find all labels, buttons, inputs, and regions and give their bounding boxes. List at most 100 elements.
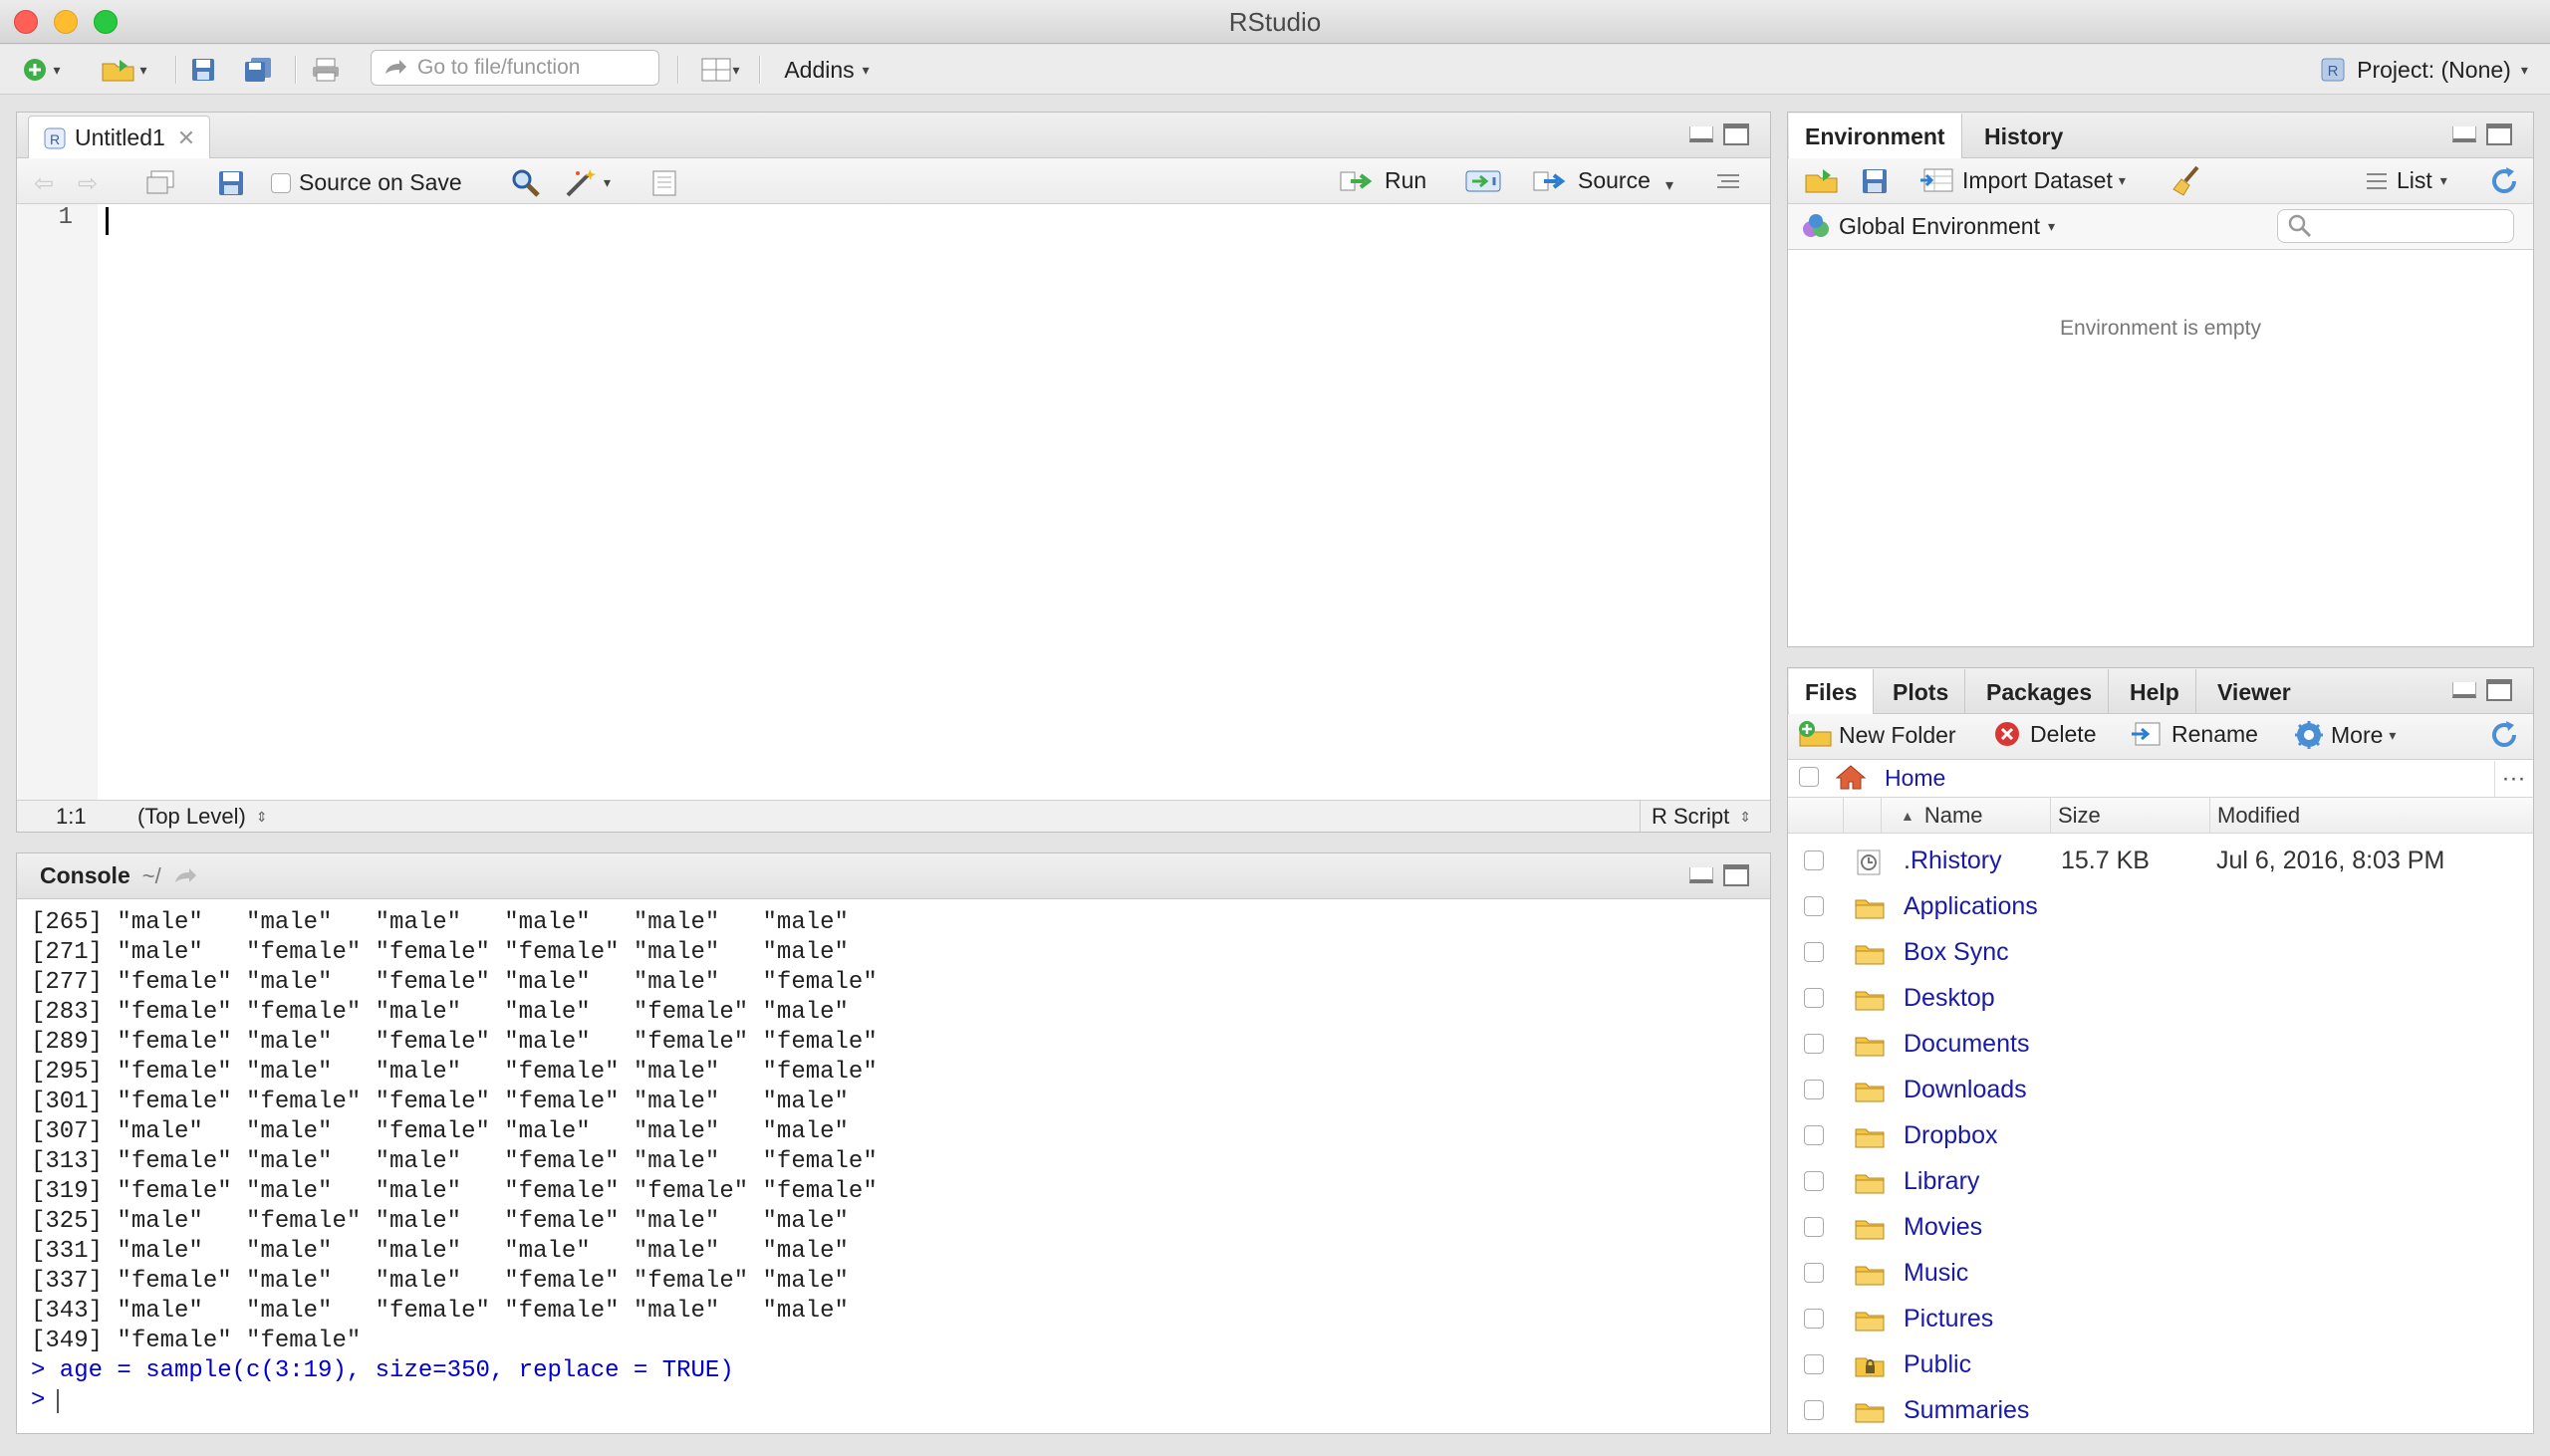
code-tools-button[interactable]: ▾ [564,167,611,197]
file-name-link[interactable]: Documents [1904,1030,2029,1059]
file-row-checkbox[interactable] [1804,1125,1824,1145]
maximize-pane-icon[interactable] [2486,123,2512,145]
file-row[interactable]: Movies [1788,1205,2533,1251]
file-row-checkbox[interactable] [1804,896,1824,916]
file-name-link[interactable]: Summaries [1904,1396,2029,1425]
console-output[interactable]: [265] "male" "male" "male" "male" "male"… [17,899,1770,1433]
file-row-checkbox[interactable] [1804,1171,1824,1191]
file-name-link[interactable]: Library [1904,1167,1979,1196]
file-row-checkbox[interactable] [1804,1309,1824,1329]
view-mode-button[interactable]: List ▾ [2365,167,2447,194]
back-arrow-icon[interactable]: ⇦ [34,169,54,198]
file-row-checkbox[interactable] [1804,1080,1824,1099]
maximize-pane-icon[interactable] [1723,123,1749,145]
column-modified-header[interactable]: Modified [2217,803,2300,829]
tab-untitled1[interactable]: R Untitled1 ✕ [28,116,211,159]
editor-save-button[interactable] [217,169,245,202]
file-row[interactable]: Summaries [1788,1388,2533,1434]
console-tab[interactable]: Console ~/ [40,862,201,889]
save-button[interactable] [185,53,221,87]
file-row[interactable]: Desktop [1788,976,2533,1022]
column-name-header[interactable]: ▲ Name [1901,803,1983,829]
breadcrumb-home[interactable]: Home [1885,765,1945,792]
minimize-pane-icon[interactable] [1689,126,1713,142]
find-replace-button[interactable] [510,167,542,202]
go-to-directory-button[interactable]: ··· [2494,761,2532,797]
print-button[interactable] [307,53,345,87]
file-name-link[interactable]: Music [1904,1259,1968,1288]
file-row[interactable]: Music [1788,1251,2533,1297]
compile-report-button[interactable] [649,169,679,202]
goto-file-function-input[interactable]: Go to file/function [371,50,659,86]
file-row-checkbox[interactable] [1804,1263,1824,1283]
file-name-link[interactable]: Box Sync [1904,938,2009,967]
file-row[interactable]: .Rhistory 15.7 KB Jul 6, 2016, 8:03 PM [1788,839,2533,884]
show-in-window-button[interactable] [145,169,177,200]
file-row[interactable]: Downloads [1788,1068,2533,1113]
environment-search-input[interactable] [2277,209,2514,243]
source-button[interactable]: Source [1532,167,1651,194]
addins-menu-button[interactable]: Addins ▾ [771,53,883,87]
file-row-checkbox[interactable] [1804,1217,1824,1237]
scope-selector[interactable]: (Top Level) ⇕ [137,804,268,830]
maximize-pane-icon[interactable] [2486,679,2512,701]
load-workspace-button[interactable] [1803,165,1843,200]
run-button[interactable]: Run [1339,167,1426,194]
new-file-button[interactable]: ▾ [12,53,70,87]
source-options-dropdown[interactable]: ▾ [1665,175,1673,195]
code-editor-area[interactable] [100,204,1769,800]
delete-button[interactable]: Delete [1992,719,2096,749]
file-row-checkbox[interactable] [1804,1354,1824,1374]
refresh-files-button[interactable] [2488,719,2520,756]
minimize-pane-icon[interactable] [1689,867,1713,883]
tab-environment[interactable]: Environment [1789,114,1962,159]
forward-arrow-icon[interactable]: ⇨ [78,169,98,198]
file-row-checkbox[interactable] [1804,942,1824,962]
file-type-selector[interactable]: R Script ⇕ [1652,804,1751,830]
file-name-link[interactable]: Public [1904,1350,1971,1379]
file-row-checkbox[interactable] [1804,1034,1824,1054]
save-all-button[interactable] [239,53,279,87]
file-row-checkbox[interactable] [1804,850,1824,870]
more-menu-button[interactable]: More ▾ [2293,719,2396,751]
rename-button[interactable]: Rename [2130,719,2258,749]
new-folder-button[interactable]: New Folder [1797,719,1956,751]
project-menu-button[interactable]: R Project: (None) ▾ [2307,53,2540,87]
tab-packages[interactable]: Packages [1970,669,2110,715]
file-row-checkbox[interactable] [1804,1400,1824,1420]
column-size-header[interactable]: Size [2058,803,2101,829]
document-outline-button[interactable] [1715,171,1741,198]
console-prompt[interactable]: > [31,1386,45,1416]
file-name-link[interactable]: Downloads [1904,1076,2027,1104]
clear-workspace-button[interactable] [2171,165,2203,202]
home-icon[interactable] [1835,763,1867,796]
tab-files[interactable]: Files [1789,669,1875,715]
refresh-environment-button[interactable] [2488,165,2520,202]
maximize-pane-icon[interactable] [1723,864,1749,886]
tab-viewer[interactable]: Viewer [2201,669,2307,715]
file-name-link[interactable]: .Rhistory [1904,847,2002,875]
file-row[interactable]: Dropbox [1788,1113,2533,1159]
file-row[interactable]: Box Sync [1788,930,2533,976]
close-tab-icon[interactable]: ✕ [177,125,195,151]
select-all-checkbox[interactable] [1799,767,1819,787]
import-dataset-button[interactable]: Import Dataset ▾ [1918,165,2126,195]
open-file-button[interactable]: ▾ [88,53,159,87]
tab-help[interactable]: Help [2114,669,2196,715]
tab-plots[interactable]: Plots [1877,669,1966,715]
file-name-link[interactable]: Pictures [1904,1305,1993,1334]
file-row[interactable]: Public [1788,1342,2533,1388]
file-row[interactable]: Documents [1788,1022,2533,1068]
minimize-pane-icon[interactable] [2452,682,2476,698]
save-workspace-button[interactable] [1861,167,1889,200]
file-name-link[interactable]: Desktop [1904,984,1995,1013]
rerun-button[interactable] [1464,167,1504,200]
tab-history[interactable]: History [1968,114,2079,159]
file-name-link[interactable]: Movies [1904,1213,1982,1242]
file-row[interactable]: Pictures [1788,1297,2533,1342]
source-on-save-toggle[interactable]: Source on Save [271,169,462,196]
minimize-pane-icon[interactable] [2452,126,2476,142]
file-name-link[interactable]: Dropbox [1904,1121,1998,1150]
file-row-checkbox[interactable] [1804,988,1824,1008]
pane-layout-button[interactable]: ▾ [691,53,749,87]
